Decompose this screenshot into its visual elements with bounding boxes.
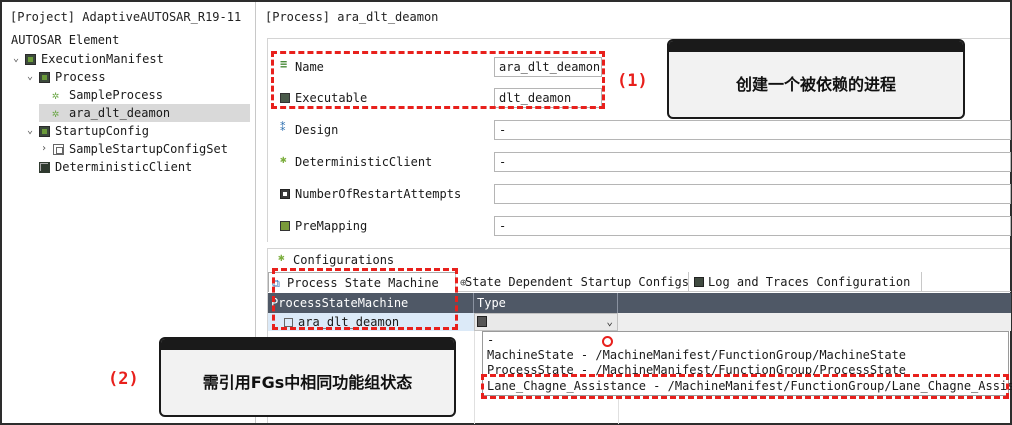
editor-title: [Process] ara_dlt_deamon bbox=[265, 10, 439, 24]
number-icon bbox=[280, 189, 290, 199]
tree-item-label: Process bbox=[55, 70, 106, 84]
annotation-box-2-right bbox=[481, 374, 1009, 399]
deterministic-client-field[interactable]: - bbox=[494, 152, 1011, 172]
tree-item-label: SampleProcess bbox=[69, 88, 163, 102]
callout-2: 需引用FGs中相同功能组状态 bbox=[159, 337, 456, 417]
premapping-icon bbox=[280, 221, 290, 231]
package-icon bbox=[25, 53, 36, 65]
package-icon bbox=[39, 125, 50, 137]
chevron-down-icon[interactable]: ⌄ bbox=[11, 50, 21, 68]
annotation-label-1: (1) bbox=[617, 71, 648, 91]
deterministic-icon bbox=[280, 153, 290, 167]
log-icon bbox=[694, 277, 704, 287]
tree-item-samplestartupconfigset[interactable]: › SampleStartupConfigSet bbox=[39, 140, 228, 158]
column-type[interactable]: Type bbox=[474, 293, 618, 313]
callout-1-text: 创建一个被依赖的进程 bbox=[735, 75, 896, 94]
configurations-icon bbox=[278, 251, 288, 265]
tree-item-label: DeterministicClient bbox=[55, 160, 193, 174]
grid-icon bbox=[39, 161, 50, 173]
deterministic-client-label: DeterministicClient bbox=[280, 153, 432, 169]
callout-header-bar bbox=[669, 41, 963, 52]
type-icon bbox=[477, 316, 487, 327]
dropdown-option-none[interactable]: - bbox=[487, 333, 494, 348]
design-field[interactable]: - bbox=[494, 120, 1011, 140]
annotation-label-2: (2) bbox=[108, 369, 139, 389]
chevron-down-icon[interactable]: ⌄ bbox=[25, 122, 35, 140]
chevron-down-icon[interactable]: ⌄ bbox=[25, 68, 35, 86]
configurations-header: Configurations bbox=[278, 251, 394, 267]
chevron-down-icon[interactable]: ⌄ bbox=[606, 314, 613, 330]
process-icon bbox=[52, 104, 64, 122]
tree-item-label: StartupConfig bbox=[55, 124, 149, 138]
package-icon bbox=[39, 71, 50, 83]
tree-item-executionmanifest[interactable]: ⌄ ExecutionManifest bbox=[11, 50, 164, 68]
callout-1: 创建一个被依赖的进程 bbox=[667, 39, 965, 119]
tree-item-deterministicclient[interactable]: DeterministicClient bbox=[25, 158, 192, 176]
type-select[interactable]: ⌄ bbox=[474, 313, 618, 331]
mouse-cursor-icon bbox=[602, 336, 613, 347]
tree-item-label: ara_dlt_deamon bbox=[69, 106, 171, 120]
tree-item-label: SampleStartupConfigSet bbox=[69, 142, 228, 156]
tree-item-label: ExecutionManifest bbox=[41, 52, 164, 66]
tree-item-sampleprocess[interactable]: SampleProcess bbox=[39, 86, 163, 104]
tree-root-label: AUTOSAR Element bbox=[11, 33, 120, 47]
restart-attempts-field[interactable] bbox=[494, 184, 1011, 204]
tree-item-startupconfig[interactable]: ⌄ StartupConfig bbox=[25, 122, 149, 140]
grid-line bbox=[474, 331, 475, 424]
tab-log-and-traces[interactable]: Log and Traces Configuration bbox=[690, 272, 922, 292]
premapping-label: PreMapping bbox=[280, 219, 367, 233]
tree-item-process[interactable]: ⌄ Process bbox=[25, 68, 106, 86]
config-icon bbox=[53, 143, 64, 155]
callout-header-bar bbox=[161, 339, 454, 350]
restart-attempts-label: NumberOfRestartAttempts bbox=[280, 187, 461, 201]
annotation-box-2-left bbox=[272, 268, 458, 330]
tab-state-dependent-startup-configs[interactable]: State Dependent Startup Configs bbox=[457, 272, 689, 293]
project-title: [Project] AdaptiveAUTOSAR_R19-11 bbox=[10, 10, 242, 24]
callout-2-text: 需引用FGs中相同功能组状态 bbox=[202, 373, 413, 392]
dropdown-option-machine-state[interactable]: MachineState - /MachineManifest/Function… bbox=[487, 348, 906, 363]
tree-item-ara-dlt-deamon[interactable]: ara_dlt_deamon bbox=[39, 104, 250, 122]
chevron-right-icon[interactable]: › bbox=[39, 140, 49, 158]
premapping-field[interactable]: - bbox=[494, 216, 1011, 236]
design-icon bbox=[280, 121, 290, 135]
table-row-filler bbox=[618, 313, 1011, 331]
process-icon bbox=[52, 86, 64, 104]
annotation-box-1 bbox=[271, 51, 605, 109]
design-label: Design bbox=[280, 121, 338, 137]
